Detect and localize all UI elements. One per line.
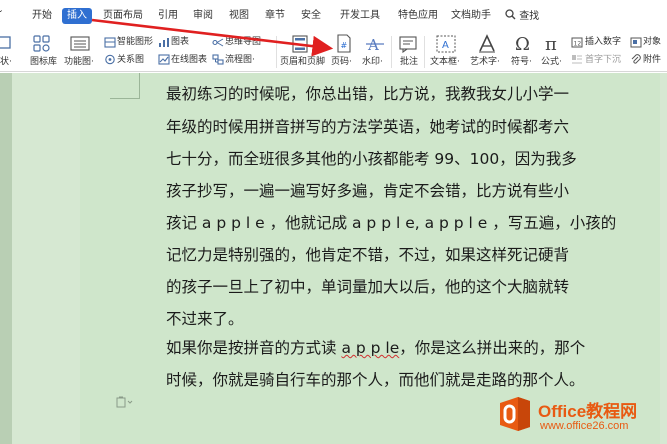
attachment-button[interactable]: 附件 <box>643 55 661 66</box>
text-line[interactable]: 最初练习的时候呢，你总出错，比方说，我教我女儿小学一 <box>166 84 569 104</box>
shape-icon <box>0 36 11 49</box>
shape-label[interactable]: 状· <box>0 57 12 68</box>
tab-security[interactable]: 安全 <box>301 9 321 23</box>
tab-review[interactable]: 审阅 <box>193 9 213 23</box>
paste-options-icon[interactable] <box>116 396 134 411</box>
text-line[interactable]: 记忆力是特别强的，他肯定不错，不过，如果这样死记硬背 <box>166 245 569 265</box>
tab-references[interactable]: 引用 <box>158 9 178 23</box>
tab-page-layout[interactable]: 页面布局 <box>103 9 143 23</box>
watermark-button[interactable]: 水印· <box>362 57 383 68</box>
symbol-button[interactable]: 符号· <box>511 57 532 68</box>
text-line[interactable]: 孩记 a p p l e ，他就记成 a p p l e, a p p l e … <box>166 213 616 233</box>
tab-insert[interactable]: 插入 <box>62 8 92 24</box>
object-button[interactable]: 对象 <box>643 37 661 48</box>
left-gutter <box>0 73 12 444</box>
search-button[interactable]: 查找 <box>505 9 539 24</box>
tab-developer[interactable]: 开发工具 <box>340 9 380 23</box>
ribbon-divider <box>424 36 425 68</box>
office-logo-icon <box>500 397 530 431</box>
attachment-icon <box>631 54 641 64</box>
chart-icon <box>159 38 169 47</box>
svg-text:12: 12 <box>574 41 582 48</box>
text-line[interactable]: 如果你是按拼音的方式读 a p p le，你是这么拼出来的，那个 <box>166 338 585 358</box>
text-line[interactable]: 不过来了。 <box>166 309 244 329</box>
svg-text:A: A <box>442 40 449 51</box>
menu-bar: ˇ 开始 插入 页面布局 引用 审阅 视图 章节 安全 开发工具 特色应用 文档… <box>0 0 667 32</box>
text-run: 如果你是按拼音的方式读 <box>166 339 342 357</box>
text-line[interactable]: 时候，你就是骑自行车的那个人，而他们就是走路的那个人。 <box>166 370 585 390</box>
icon-library-button[interactable]: 图标库 <box>30 57 57 68</box>
online-chart-icon <box>158 54 170 65</box>
svg-text:Ω: Ω <box>515 34 530 53</box>
search-label: 查找 <box>519 11 540 22</box>
relation-chart-button[interactable]: 关系图 <box>117 55 144 66</box>
drop-cap-button[interactable]: 首字下沉 <box>585 55 621 66</box>
menu-overflow[interactable]: ˇ <box>0 9 3 23</box>
spellcheck-word[interactable]: a p p le <box>341 339 399 357</box>
page-number-button[interactable]: 页码· <box>331 57 352 68</box>
margin-corner-mark <box>110 73 140 99</box>
mindmap-icon <box>212 38 224 47</box>
smart-shape-icon <box>104 37 116 48</box>
insert-number-button[interactable]: 插入数字 <box>585 37 621 48</box>
page-number-icon: # <box>337 34 351 53</box>
textbox-button[interactable]: 文本框· <box>430 57 460 68</box>
watermark-icon: A <box>366 36 384 53</box>
text-line[interactable]: 年级的时候用拼音拼写的方法学英语，她考试的时候都考六 <box>166 117 569 137</box>
ribbon-divider <box>391 36 392 68</box>
flowchart-icon <box>212 54 224 65</box>
function-chart-icon <box>70 36 90 51</box>
textbox-icon: A <box>436 35 456 53</box>
text-line[interactable]: 孩子抄写，一遍一遍写好多遍，肯定不会错，比方说有些小 <box>166 181 569 201</box>
text-line[interactable]: 的孩子一旦上了初中，单词量加大以后，他的这个大脑就转 <box>166 277 569 297</box>
svg-text:#: # <box>341 41 348 50</box>
header-footer-button[interactable]: 页眉和页脚 <box>280 57 325 68</box>
drop-cap-icon <box>572 55 582 64</box>
insert-number-icon: 12 <box>571 37 583 48</box>
omega-symbol-icon: Ω <box>515 34 530 53</box>
relation-chart-icon <box>105 54 115 65</box>
comment-button[interactable]: 批注 <box>400 57 418 68</box>
function-chart-button[interactable]: 功能图· <box>64 57 94 68</box>
site-watermark: Office教程网 www.office26.com <box>496 393 666 441</box>
formula-button[interactable]: 公式· <box>541 57 562 68</box>
chart-button[interactable]: 图表 <box>171 37 189 48</box>
svg-text:π: π <box>545 34 557 53</box>
tab-features[interactable]: 特色应用 <box>398 9 438 23</box>
object-icon <box>630 37 642 48</box>
ribbon-divider <box>276 36 277 68</box>
icon-library-icon <box>33 35 50 52</box>
wordart-button[interactable]: 艺术字· <box>470 57 500 68</box>
header-footer-icon <box>292 35 308 53</box>
tab-doc-assistant[interactable]: 文档助手 <box>451 9 491 23</box>
mindmap-button[interactable]: 思维导图· <box>225 37 264 48</box>
wordart-icon <box>479 34 495 53</box>
smart-shape-button[interactable]: 智能图形 <box>117 37 153 48</box>
comment-icon <box>399 36 417 53</box>
text-line[interactable]: 七十分，而全班很多其他的小孩都能考 99、100，因为我多 <box>166 149 577 169</box>
online-chart-button[interactable]: 在线图表 <box>171 55 207 66</box>
search-icon <box>505 9 516 20</box>
pi-formula-icon: π <box>545 34 557 53</box>
ribbon-toolbar: 状· 图标库 功能图· 智能图形 关系图 图表 在线图表 思维导图· 流程图· … <box>0 32 667 72</box>
tab-chapter[interactable]: 章节 <box>265 9 285 23</box>
tab-view[interactable]: 视图 <box>229 9 249 23</box>
watermark-url: www.office26.com <box>540 420 629 432</box>
text-run: ，你是这么拼出来的，那个 <box>399 339 586 357</box>
flowchart-button[interactable]: 流程图· <box>225 55 255 66</box>
tab-home[interactable]: 开始 <box>32 9 52 23</box>
watermark-title: Office教程网 <box>538 402 638 421</box>
